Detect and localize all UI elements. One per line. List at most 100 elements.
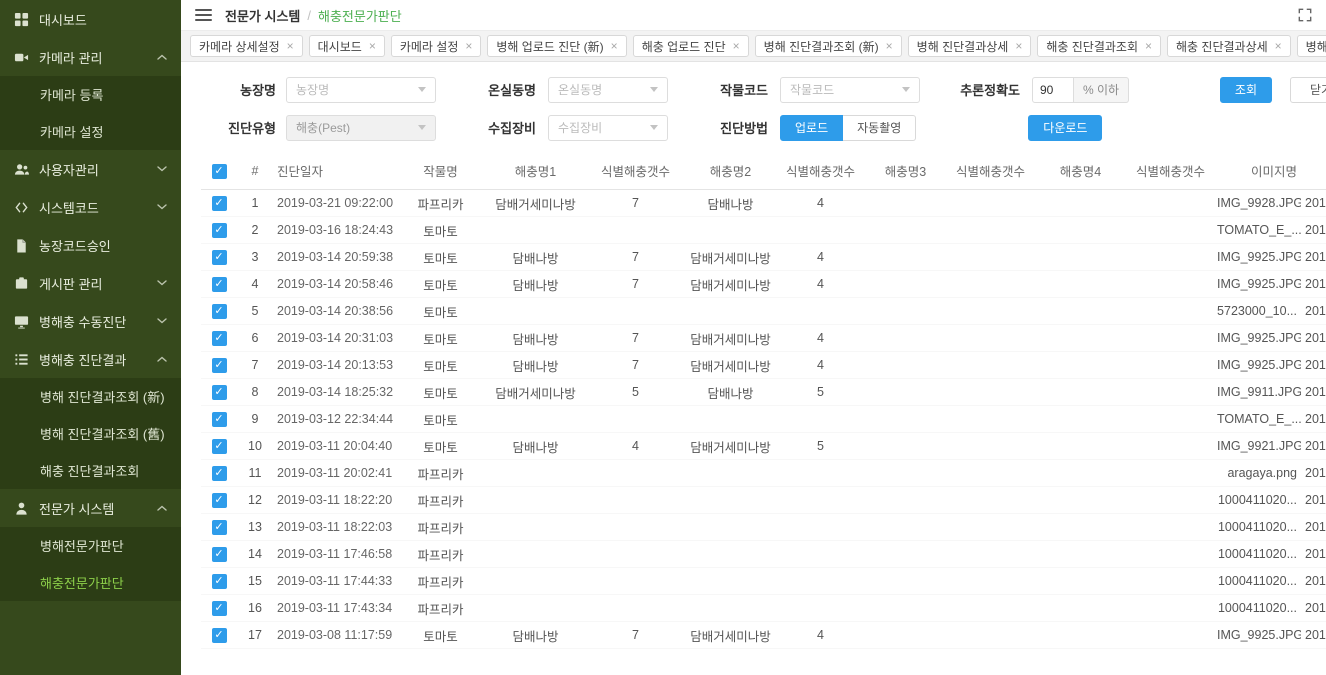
table-row[interactable]: ✓172019-03-08 11:17:59토마토담배나방7담배거세미나방4IM… [201,622,1326,649]
hamburger-menu-icon[interactable] [195,9,212,21]
sidebar-item-pest-diagnosis-results[interactable]: 병해충 진단결과 [0,340,181,378]
table-row[interactable]: ✓52019-03-14 20:38:56토마토5723000_10...201 [201,298,1326,325]
tab-close-icon[interactable]: × [287,40,294,52]
row-checkbox[interactable]: ✓ [212,223,227,238]
tab-label: 병해전문가판단 [1306,38,1326,55]
row-checkbox[interactable]: ✓ [212,439,227,454]
row-checkbox[interactable]: ✓ [212,385,227,400]
table-row[interactable]: ✓62019-03-14 20:31:03토마토담배나방7담배거세미나방4IMG… [201,325,1326,352]
tab-close-icon[interactable]: × [886,40,893,52]
table-row[interactable]: ✓92019-03-12 22:34:44토마토TOMATO_E_...201 [201,406,1326,433]
tab-4[interactable]: 병해 업로드 진단 (新)× [487,35,626,57]
tab-close-icon[interactable]: × [465,40,472,52]
sidebar-item-dashboard[interactable]: 대시보드 [0,0,181,38]
cell-pest4 [1033,541,1128,568]
sidebar-subitem-camera-settings[interactable]: 카메라 설정 [0,113,181,150]
cell-cnt1 [588,487,683,514]
download-button[interactable]: 다운로드 [1028,115,1102,141]
sidebar-subitem-disease-result-inquiry-old[interactable]: 병해 진단결과조회 (舊) [0,415,181,452]
crop-code-select[interactable]: 작물코드 [780,77,920,103]
cell-checkbox: ✓ [201,217,237,244]
cell-cnt3 [948,541,1033,568]
row-checkbox[interactable]: ✓ [212,196,227,211]
row-checkbox[interactable]: ✓ [212,628,227,643]
row-checkbox[interactable]: ✓ [212,547,227,562]
table-row[interactable]: ✓162019-03-11 17:43:34파프리카1000411020...2… [201,595,1326,622]
row-checkbox[interactable]: ✓ [212,466,227,481]
row-checkbox[interactable]: ✓ [212,601,227,616]
tab-close-icon[interactable]: × [733,40,740,52]
table-header-col: 해충명4 [1033,152,1128,190]
tab-close-icon[interactable]: × [369,40,376,52]
row-checkbox[interactable]: ✓ [212,304,227,319]
row-checkbox[interactable]: ✓ [212,520,227,535]
tab-10[interactable]: 병해전문가판단× [1297,35,1326,57]
row-checkbox[interactable]: ✓ [212,277,227,292]
tab-2[interactable]: 대시보드× [309,35,385,57]
sidebar-item-system-code[interactable]: 시스템코드 [0,188,181,226]
tab-close-icon[interactable]: × [611,40,618,52]
row-checkbox[interactable]: ✓ [212,574,227,589]
table-row[interactable]: ✓112019-03-11 20:02:41파프리카aragaya.png201 [201,460,1326,487]
farm-select[interactable]: 농장명 [286,77,436,103]
device-select[interactable]: 수집장비 [548,115,668,141]
method-auto-button[interactable]: 자동촬영 [843,115,916,141]
table-row[interactable]: ✓22019-03-16 18:24:43토마토TOMATO_E_...201 [201,217,1326,244]
sidebar-item-camera-management[interactable]: 카메라 관리 [0,38,181,76]
table-row[interactable]: ✓32019-03-14 20:59:38토마토담배나방7담배거세미나방4IMG… [201,244,1326,271]
cell-checkbox: ✓ [201,595,237,622]
table-row[interactable]: ✓102019-03-11 20:04:40토마토담배나방4담배거세미나방5IM… [201,433,1326,460]
tab-8[interactable]: 해충 진단결과조회× [1037,35,1161,57]
cell-cnt4 [1128,514,1213,541]
sidebar-item-pest-manual-diagnosis[interactable]: 병해충 수동진단 [0,302,181,340]
sidebar-item-board-management[interactable]: 게시판 관리 [0,264,181,302]
close-button[interactable]: 닫기 [1290,77,1326,103]
select-all-checkbox[interactable]: ✓ [212,164,227,179]
table-row[interactable]: ✓132019-03-11 18:22:03파프리카1000411020...2… [201,514,1326,541]
sidebar-subitem-camera-register[interactable]: 카메라 등록 [0,76,181,113]
row-checkbox[interactable]: ✓ [212,493,227,508]
sidebar-subitem-disease-expert-judgment[interactable]: 병해전문가판단 [0,527,181,564]
table-row[interactable]: ✓82019-03-14 18:25:32토마토담배거세미나방5담배나방5IMG… [201,379,1326,406]
row-checkbox[interactable]: ✓ [212,250,227,265]
sidebar-subitem-pest-result-inquiry[interactable]: 해충 진단결과조회 [0,452,181,489]
row-checkbox[interactable]: ✓ [212,412,227,427]
table-header-col: # [237,152,273,190]
tab-6[interactable]: 병해 진단결과조회 (新)× [755,35,902,57]
fullscreen-icon[interactable] [1298,8,1312,22]
tab-1[interactable]: 카메라 상세설정× [190,35,303,57]
cell-checkbox: ✓ [201,352,237,379]
sidebar-item-farm-code-approval[interactable]: 농장코드승인 [0,226,181,264]
row-checkbox[interactable]: ✓ [212,331,227,346]
sidebar-item-label: 시스템코드 [39,198,99,217]
cell-pest3 [863,487,948,514]
cell-cnt4 [1128,298,1213,325]
table-row[interactable]: ✓122019-03-11 18:22:20파프리카1000411020...2… [201,487,1326,514]
sidebar-item-expert-system[interactable]: 전문가 시스템 [0,489,181,527]
greenhouse-label: 온실동명 [476,80,536,99]
tab-close-icon[interactable]: × [1145,40,1152,52]
cell-date: 2019-03-14 20:31:03 [273,325,398,352]
sidebar-item-user-management[interactable]: 사용자관리 [0,150,181,188]
diagnosis-type-select[interactable]: 해충(Pest) [286,115,436,141]
greenhouse-select[interactable]: 온실동명 [548,77,668,103]
table-row[interactable]: ✓72019-03-14 20:13:53토마토담배나방7담배거세미나방4IMG… [201,352,1326,379]
tab-3[interactable]: 카메라 설정× [391,35,482,57]
table-row[interactable]: ✓42019-03-14 20:58:46토마토담배나방7담배거세미나방4IMG… [201,271,1326,298]
sidebar-subitem-disease-result-inquiry-new[interactable]: 병해 진단결과조회 (新) [0,378,181,415]
table-row[interactable]: ✓142019-03-11 17:46:58파프리카1000411020...2… [201,541,1326,568]
tab-7[interactable]: 병해 진단결과상세× [908,35,1032,57]
tab-close-icon[interactable]: × [1015,40,1022,52]
method-upload-button[interactable]: 업로드 [780,115,843,141]
search-button[interactable]: 조회 [1220,77,1272,103]
table-row[interactable]: ✓12019-03-21 09:22:00파프리카담배거세미나방7담배나방4IM… [201,190,1326,217]
sidebar-subitem-pest-expert-judgment[interactable]: 해충전문가판단 [0,564,181,601]
accuracy-input[interactable] [1032,77,1074,103]
tab-close-icon[interactable]: × [1275,40,1282,52]
row-checkbox[interactable]: ✓ [212,358,227,373]
cell-crop: 토마토 [398,433,483,460]
tab-9[interactable]: 해충 진단결과상세× [1167,35,1291,57]
tab-5[interactable]: 해충 업로드 진단× [633,35,749,57]
table-row[interactable]: ✓152019-03-11 17:44:33파프리카1000411020...2… [201,568,1326,595]
cell-pest2: 담배거세미나방 [683,244,778,271]
